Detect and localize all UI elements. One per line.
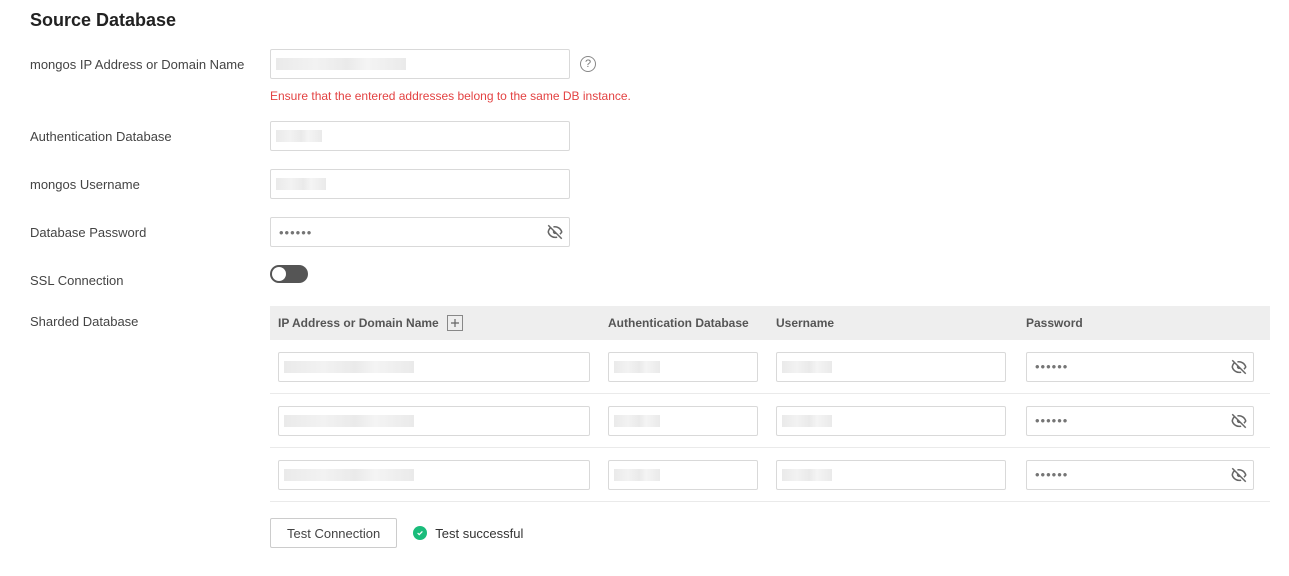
test-connection-button[interactable]: Test Connection (270, 518, 397, 548)
check-circle-icon (413, 526, 427, 540)
th-user: Username (776, 316, 834, 330)
eye-off-icon[interactable] (1230, 412, 1248, 430)
row-mongos-user: mongos Username (30, 169, 1270, 199)
test-status-text: Test successful (435, 526, 523, 541)
row-sharded: Sharded Database IP Address or Domain Na… (30, 306, 1270, 548)
table-row (270, 340, 1270, 394)
th-auth: Authentication Database (608, 316, 749, 330)
section-title: Source Database (30, 10, 1270, 31)
table-header: IP Address or Domain Name Authentication… (270, 306, 1270, 340)
test-status: Test successful (413, 526, 523, 541)
shard-pwd-input[interactable] (1026, 406, 1254, 436)
shard-pwd-input[interactable] (1026, 460, 1254, 490)
eye-off-icon[interactable] (1230, 358, 1248, 376)
label-auth-db: Authentication Database (30, 121, 270, 144)
eye-off-icon[interactable] (1230, 466, 1248, 484)
th-ip: IP Address or Domain Name (278, 316, 439, 330)
label-mongos-ip: mongos IP Address or Domain Name (30, 49, 270, 72)
add-row-icon[interactable] (447, 315, 463, 331)
mongos-ip-helper: Ensure that the entered addresses belong… (270, 89, 631, 103)
label-sharded: Sharded Database (30, 306, 270, 329)
test-row: Test Connection Test successful (270, 518, 1270, 548)
row-mongos-ip: mongos IP Address or Domain Name ? Ensur… (30, 49, 1270, 103)
th-pwd: Password (1026, 316, 1083, 330)
table-row (270, 394, 1270, 448)
table-row (270, 448, 1270, 502)
row-ssl: SSL Connection (30, 265, 1270, 288)
help-icon[interactable]: ? (580, 56, 596, 72)
label-db-pwd: Database Password (30, 217, 270, 240)
ssl-toggle[interactable] (270, 265, 308, 283)
label-ssl: SSL Connection (30, 265, 270, 288)
row-db-pwd: Database Password (30, 217, 1270, 247)
label-mongos-user: mongos Username (30, 169, 270, 192)
row-auth-db: Authentication Database (30, 121, 1270, 151)
db-pwd-input[interactable] (270, 217, 570, 247)
eye-off-icon[interactable] (546, 223, 564, 241)
source-database-form: Source Database mongos IP Address or Dom… (30, 10, 1270, 548)
shard-pwd-input[interactable] (1026, 352, 1254, 382)
sharded-table: IP Address or Domain Name Authentication… (270, 306, 1270, 548)
